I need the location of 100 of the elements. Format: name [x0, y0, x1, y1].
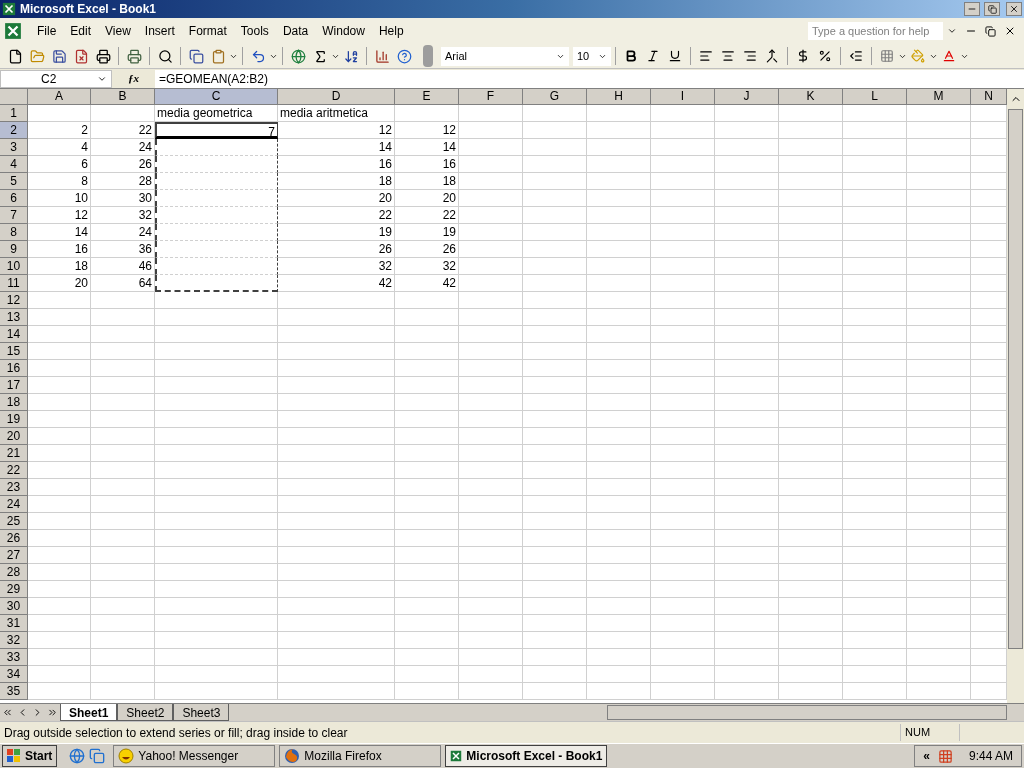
table-cell[interactable]: 20 — [395, 190, 459, 207]
first-sheet-icon[interactable] — [2, 707, 13, 718]
table-cell[interactable]: 22 — [91, 122, 155, 139]
last-sheet-icon[interactable] — [47, 707, 58, 718]
row-header[interactable]: 24 — [0, 496, 28, 513]
close-icon[interactable] — [1004, 25, 1016, 37]
table-cell[interactable]: 12 — [28, 207, 91, 224]
table-cell[interactable]: 16 — [278, 156, 395, 173]
row-header[interactable]: 31 — [0, 615, 28, 632]
row-header[interactable]: 32 — [0, 632, 28, 649]
tray-expand-button[interactable]: « — [923, 747, 930, 765]
taskbar-button[interactable]: Yahoo! Messenger — [113, 745, 276, 767]
table-cell[interactable]: media aritmetica — [278, 105, 395, 122]
column-header[interactable]: K — [779, 89, 843, 105]
table-cell[interactable]: 16 — [28, 241, 91, 258]
function-icon[interactable]: ƒx — [128, 70, 139, 87]
row-header[interactable]: 15 — [0, 343, 28, 360]
table-cell[interactable]: 14 — [28, 224, 91, 241]
column-header[interactable]: F — [459, 89, 523, 105]
menu-item[interactable]: File — [30, 22, 64, 40]
table-cell[interactable]: 14 — [278, 139, 395, 156]
row-header[interactable]: 19 — [0, 411, 28, 428]
table-cell[interactable]: media geometrica — [155, 105, 278, 122]
row-header[interactable]: 28 — [0, 564, 28, 581]
table-cell[interactable]: 19 — [395, 224, 459, 241]
tray-app-icon[interactable] — [937, 748, 953, 764]
row-header[interactable]: 3 — [0, 139, 28, 156]
table-cell[interactable]: 32 — [91, 207, 155, 224]
restore-icon[interactable] — [985, 25, 996, 37]
table-cell[interactable]: 4 — [28, 139, 91, 156]
browser-icon[interactable] — [69, 748, 86, 764]
taskbar-button[interactable]: Mozilla Firefox — [279, 745, 442, 767]
table-cell[interactable]: 64 — [91, 275, 155, 292]
row-header[interactable]: 17 — [0, 377, 28, 394]
menu-item[interactable]: Insert — [137, 22, 182, 40]
scrollbar-thumb[interactable] — [1008, 109, 1023, 649]
table-cell[interactable]: 12 — [278, 122, 395, 139]
table-cell[interactable]: 42 — [278, 275, 395, 292]
row-header[interactable]: 11 — [0, 275, 28, 292]
start-button[interactable]: Start — [2, 745, 58, 767]
select-all-corner[interactable] — [0, 89, 28, 105]
table-cell[interactable]: 36 — [91, 241, 155, 258]
column-header[interactable]: I — [651, 89, 715, 105]
column-header[interactable]: G — [523, 89, 587, 105]
table-cell[interactable]: 46 — [91, 258, 155, 275]
column-header[interactable]: A — [28, 89, 91, 105]
row-header[interactable]: 34 — [0, 666, 28, 683]
column-header[interactable]: C — [155, 89, 278, 105]
table-cell[interactable]: 8 — [28, 173, 91, 190]
table-cell[interactable]: 42 — [395, 275, 459, 292]
row-header[interactable]: 26 — [0, 530, 28, 547]
row-header[interactable]: 20 — [0, 428, 28, 445]
sheet-tab[interactable]: Sheet3 — [173, 704, 230, 721]
menu-item[interactable]: Help — [371, 22, 411, 40]
menu-item[interactable]: Window — [315, 22, 372, 40]
taskbar-button[interactable]: Microsoft Excel - Book1 — [445, 745, 608, 767]
table-cell[interactable]: 20 — [28, 275, 91, 292]
minimize-button[interactable] — [964, 2, 980, 16]
menu-item[interactable]: Tools — [233, 22, 276, 40]
name-box[interactable]: C2 — [0, 69, 112, 88]
font-field[interactable]: Arial — [441, 46, 569, 66]
table-cell[interactable]: 20 — [278, 190, 395, 207]
row-header[interactable]: 33 — [0, 649, 28, 666]
column-header[interactable]: J — [715, 89, 779, 105]
font-size-field[interactable]: 10 — [573, 46, 611, 66]
table-cell[interactable]: 18 — [395, 173, 459, 190]
row-header[interactable]: 21 — [0, 445, 28, 462]
horizontal-scrollbar[interactable] — [607, 705, 1007, 720]
row-header[interactable]: 12 — [0, 292, 28, 309]
table-cell[interactable]: 32 — [395, 258, 459, 275]
table-cell[interactable]: 18 — [278, 173, 395, 190]
row-header[interactable]: 9 — [0, 241, 28, 258]
menu-item[interactable]: View — [98, 22, 138, 40]
row-header[interactable]: 29 — [0, 581, 28, 598]
table-cell[interactable]: 12 — [395, 122, 459, 139]
row-header[interactable]: 14 — [0, 326, 28, 343]
menu-item[interactable]: Format — [181, 22, 234, 40]
row-header[interactable]: 18 — [0, 394, 28, 411]
column-header[interactable]: E — [395, 89, 459, 105]
row-header[interactable]: 22 — [0, 462, 28, 479]
column-header[interactable]: H — [587, 89, 651, 105]
toolbar-grip[interactable] — [423, 45, 433, 67]
table-cell[interactable]: 28 — [91, 173, 155, 190]
row-header[interactable]: 30 — [0, 598, 28, 615]
table-cell[interactable]: 26 — [278, 241, 395, 258]
table-cell[interactable]: 16 — [395, 156, 459, 173]
table-cell[interactable]: 6 — [28, 156, 91, 173]
column-header[interactable]: D — [278, 89, 395, 105]
table-cell[interactable]: 2 — [28, 122, 91, 139]
row-header[interactable]: 6 — [0, 190, 28, 207]
column-header[interactable]: N — [971, 89, 1007, 105]
column-header[interactable]: M — [907, 89, 971, 105]
table-cell[interactable]: 10 — [28, 190, 91, 207]
table-cell[interactable]: 14 — [395, 139, 459, 156]
row-header[interactable]: 1 — [0, 105, 28, 122]
table-cell[interactable]: 30 — [91, 190, 155, 207]
row-header[interactable]: 13 — [0, 309, 28, 326]
row-header[interactable]: 27 — [0, 547, 28, 564]
row-header[interactable]: 4 — [0, 156, 28, 173]
table-cell[interactable]: 22 — [395, 207, 459, 224]
